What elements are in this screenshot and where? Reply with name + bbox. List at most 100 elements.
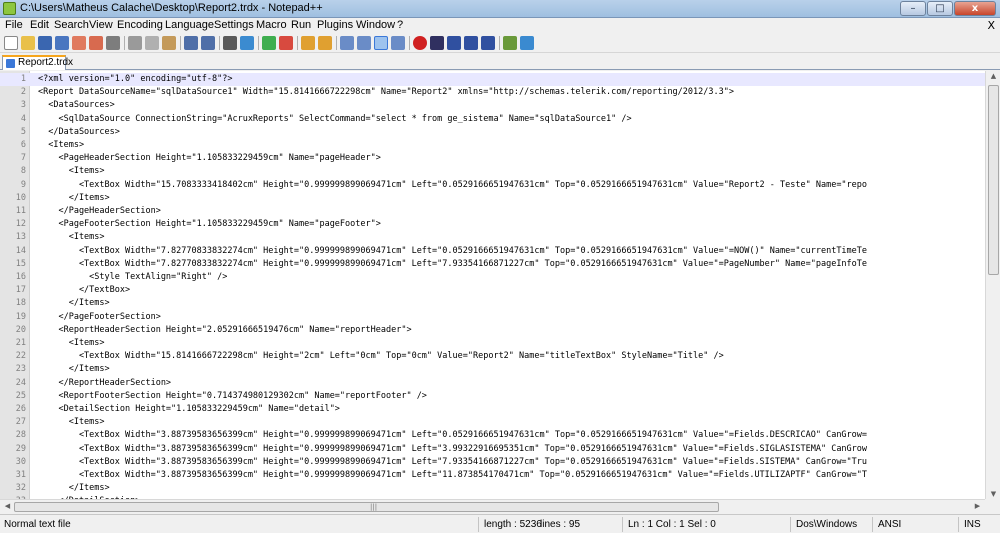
line-number: 32	[15, 483, 26, 494]
line-number: 8	[20, 166, 26, 177]
code-line[interactable]: 20 <ReportHeaderSection Height="2.052916…	[0, 324, 985, 337]
code-line[interactable]: 5 </DataSources>	[0, 126, 985, 139]
vertical-scrollbar[interactable]: ▲ ▼	[985, 71, 1000, 499]
code-line[interactable]: 25 <ReportFooterSection Height="0.714374…	[0, 390, 985, 403]
word-wrap-icon[interactable]	[340, 36, 354, 50]
menu-run[interactable]: Run	[291, 19, 311, 31]
menu-help[interactable]: ?	[397, 19, 403, 31]
saved-file-icon	[6, 59, 15, 68]
cut-icon[interactable]	[128, 36, 142, 50]
code-line[interactable]: 14 <TextBox Width="7.82770833832274cm" H…	[0, 245, 985, 258]
vertical-scroll-thumb[interactable]	[988, 85, 999, 275]
save-macro-icon[interactable]	[481, 36, 495, 50]
code-line[interactable]: 22 <TextBox Width="15.8141666722298cm" H…	[0, 350, 985, 363]
play-macro-icon[interactable]	[447, 36, 461, 50]
find-icon[interactable]	[223, 36, 237, 50]
code-line[interactable]: 31 <TextBox Width="3.88739583656399cm" H…	[0, 469, 985, 482]
menu-plugins[interactable]: Plugins	[317, 19, 353, 31]
scroll-up-arrow-icon[interactable]: ▲	[986, 72, 1000, 80]
menu-settings[interactable]: Settings	[214, 19, 254, 31]
close-file-icon[interactable]	[72, 36, 86, 50]
code-line[interactable]: 30 <TextBox Width="3.88739583656399cm" H…	[0, 456, 985, 469]
close-all-icon[interactable]	[89, 36, 103, 50]
scroll-left-arrow-icon[interactable]: ◀	[0, 502, 15, 510]
code-line[interactable]: 2 <Report DataSourceName="sqlDataSource1"…	[0, 86, 985, 99]
editor-area[interactable]: 1 <?xml version="1.0" encoding="utf-8"?> 2…	[0, 71, 985, 499]
code-line[interactable]: 6 <Items>	[0, 139, 985, 152]
save-all-icon[interactable]	[55, 36, 69, 50]
code-line[interactable]: 19 </PageFooterSection>	[0, 311, 985, 324]
line-number: 14	[15, 245, 26, 256]
maximize-button[interactable]: □	[927, 1, 953, 16]
replace-icon[interactable]	[240, 36, 254, 50]
menu-view[interactable]: View	[89, 19, 113, 31]
code-line[interactable]: 16 <Style TextAlign="Right" />	[0, 271, 985, 284]
code-line[interactable]: 15 <TextBox Width="7.82770833832274cm" H…	[0, 258, 985, 271]
code-text: </PageFooterSection>	[38, 311, 161, 322]
code-line[interactable]: 24 </ReportHeaderSection>	[0, 377, 985, 390]
code-line[interactable]: 27 <Items>	[0, 416, 985, 429]
code-line[interactable]: 32 </Items>	[0, 482, 985, 495]
toolbar-separator	[219, 36, 220, 50]
scroll-down-arrow-icon[interactable]: ▼	[986, 490, 1000, 498]
code-line[interactable]: 23 </Items>	[0, 363, 985, 376]
stop-macro-icon[interactable]	[430, 36, 444, 50]
code-line[interactable]: 18 </Items>	[0, 297, 985, 310]
menu-window[interactable]: Window	[356, 19, 395, 31]
code-line[interactable]: 8 <Items>	[0, 165, 985, 178]
redo-icon[interactable]	[201, 36, 215, 50]
code-line[interactable]: 7 <PageHeaderSection Height="1.105833229…	[0, 152, 985, 165]
code-text: <TextBox Width="3.88739583656399cm" Heig…	[38, 470, 868, 480]
horizontal-scroll-thumb[interactable]: |||	[14, 502, 719, 512]
menu-edit[interactable]: Edit	[30, 19, 49, 31]
code-line[interactable]: 1 <?xml version="1.0" encoding="utf-8"?>	[0, 73, 985, 86]
copy-icon[interactable]	[145, 36, 159, 50]
status-eol-format: Dos\Windows	[796, 519, 858, 530]
code-line[interactable]: 28 <TextBox Width="3.88739583656399cm" H…	[0, 429, 985, 442]
code-line[interactable]: 12 <PageFooterSection Height="1.10583322…	[0, 218, 985, 231]
plugin-icon[interactable]	[503, 36, 517, 50]
zoom-out-icon[interactable]	[279, 36, 293, 50]
menu-macro[interactable]: Macro	[256, 19, 287, 31]
horizontal-scrollbar[interactable]: ◀ ||| ▶	[0, 499, 985, 513]
paste-icon[interactable]	[162, 36, 176, 50]
zoom-in-icon[interactable]	[262, 36, 276, 50]
new-file-icon[interactable]	[4, 36, 18, 50]
menu-language[interactable]: Language	[165, 19, 214, 31]
sync-vertical-icon[interactable]	[301, 36, 315, 50]
code-line[interactable]: 13 <Items>	[0, 231, 985, 244]
tab-report2[interactable]: Report2.trdx	[2, 55, 73, 70]
close-button[interactable]: x	[954, 1, 996, 16]
tab-label: Report2.trdx	[18, 57, 74, 68]
sync-horizontal-icon[interactable]	[318, 36, 332, 50]
show-all-chars-icon[interactable]	[357, 36, 371, 50]
code-line[interactable]: 3 <DataSources>	[0, 99, 985, 112]
code-line[interactable]: 21 <Items>	[0, 337, 985, 350]
spellcheck-icon[interactable]	[520, 36, 534, 50]
code-line[interactable]: 29 <TextBox Width="3.88739583656399cm" H…	[0, 443, 985, 456]
menu-encoding[interactable]: Encoding	[117, 19, 163, 31]
code-text: </TextBox>	[38, 285, 131, 296]
code-line[interactable]: 9 <TextBox Width="15.7083333418402cm" He…	[0, 179, 985, 192]
print-icon[interactable]	[106, 36, 120, 50]
menu-file[interactable]: File	[5, 19, 23, 31]
code-text: <Items>	[38, 417, 105, 428]
minimize-button[interactable]: –	[900, 1, 926, 16]
notepadpp-app-icon[interactable]	[3, 2, 16, 15]
menu-search[interactable]: Search	[54, 19, 89, 31]
undo-icon[interactable]	[184, 36, 198, 50]
scroll-right-arrow-icon[interactable]: ▶	[970, 502, 985, 510]
open-file-icon[interactable]	[21, 36, 35, 50]
save-icon[interactable]	[38, 36, 52, 50]
record-macro-icon[interactable]	[413, 36, 427, 50]
code-line[interactable]: 10 </Items>	[0, 192, 985, 205]
run-macro-multiple-icon[interactable]	[464, 36, 478, 50]
code-line[interactable]: 11 </PageHeaderSection>	[0, 205, 985, 218]
code-line[interactable]: 4 <SqlDataSource ConnectionString="Acrux…	[0, 113, 985, 126]
code-line[interactable]: 17 </TextBox>	[0, 284, 985, 297]
close-document-button[interactable]: X	[987, 19, 995, 32]
code-line[interactable]: 26 <DetailSection Height="1.105833229459…	[0, 403, 985, 416]
indent-guide-icon[interactable]	[374, 36, 388, 50]
document-map-icon[interactable]	[391, 36, 405, 50]
toolbar-separator	[258, 36, 259, 50]
